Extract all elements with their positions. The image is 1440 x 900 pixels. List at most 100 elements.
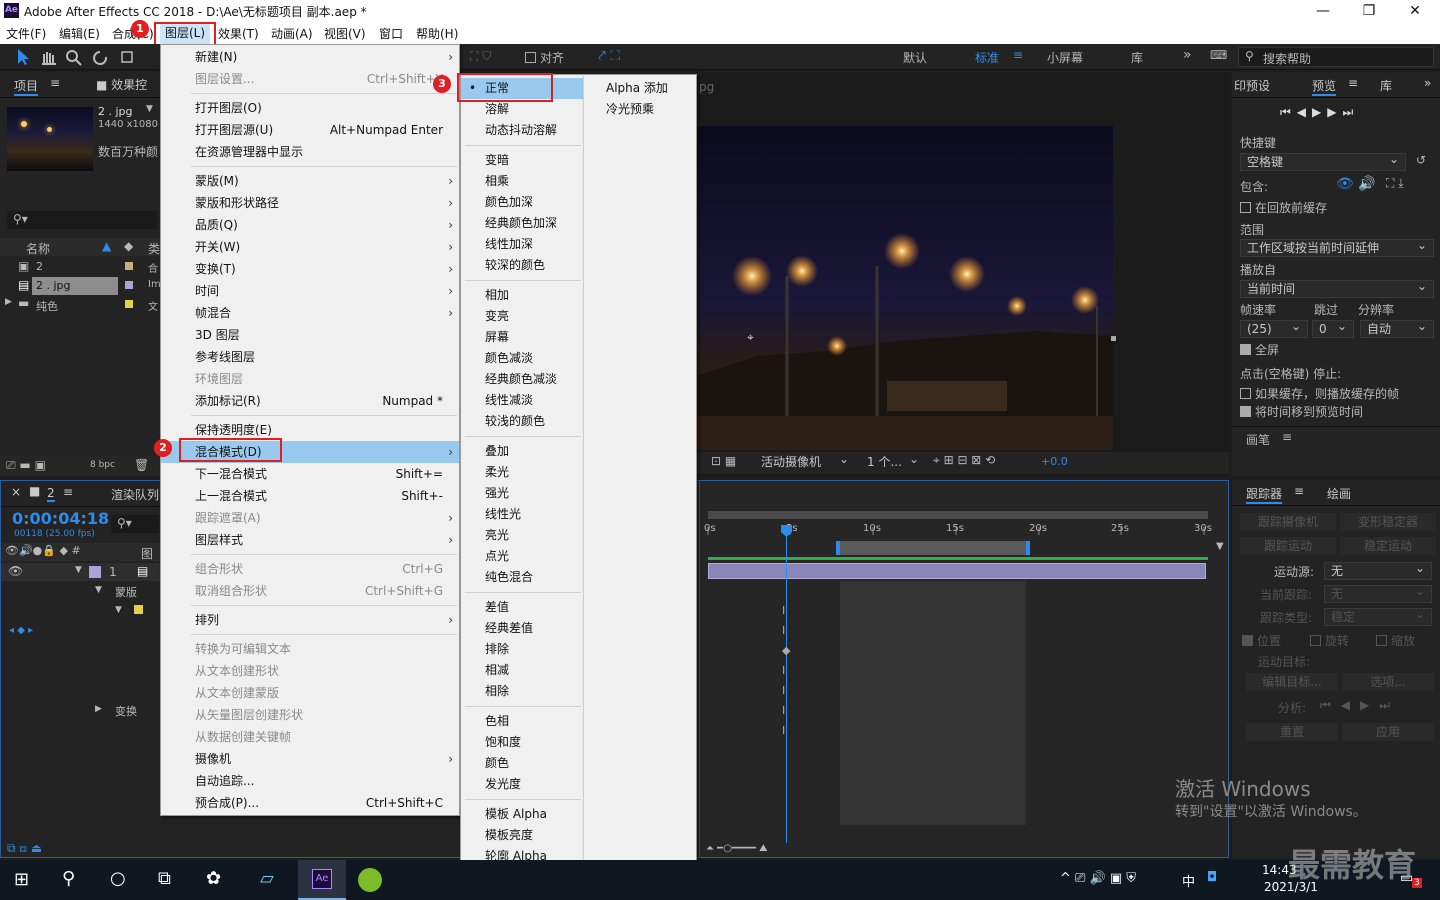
shortcut-dropdown[interactable]: 空格键	[1240, 151, 1406, 171]
notes-app-icon[interactable]: ▱	[260, 868, 274, 889]
project-row[interactable]: ▤ 2 . jpg Im	[0, 277, 161, 295]
position-checkbox[interactable]	[1242, 635, 1253, 646]
workspace-library[interactable]: 库	[1131, 49, 1143, 66]
if-cache-checkbox[interactable]	[1240, 388, 1251, 399]
blend-mode-item[interactable]: 颜色加深	[461, 192, 583, 213]
viewer-region-icons[interactable]: ⊡ ▦	[711, 454, 736, 468]
menu-animation[interactable]: 动画(A)	[271, 25, 313, 42]
layer-row[interactable]: 👁 ▼ 1 ▤	[1, 563, 161, 581]
blend-mode-item[interactable]: 相乘	[461, 171, 583, 192]
blend-mode-item[interactable]: 颜色减淡	[461, 348, 583, 369]
position-option[interactable]: 位置	[1242, 632, 1281, 649]
current-track-dropdown[interactable]: 无	[1324, 583, 1432, 603]
resize-handle-right[interactable]	[1111, 336, 1116, 341]
effects-presets-tab[interactable]: 印预设	[1234, 77, 1270, 94]
blend-mode-item[interactable]: 模板 Alpha	[461, 804, 583, 825]
apply-button[interactable]: 应用	[1342, 723, 1434, 741]
timeline-search[interactable]: ⚲▾	[111, 515, 159, 533]
layer-menu-item[interactable]: 开关(W) ›	[161, 236, 459, 258]
track-camera-button[interactable]: 跟踪摄像机	[1240, 513, 1336, 531]
layer-menu-item[interactable]: 时间 ›	[161, 280, 459, 302]
stabilize-motion-button[interactable]: 稳定运动	[1340, 537, 1436, 555]
blend-mode-item[interactable]: 颜色	[461, 753, 583, 774]
blend-mode-item[interactable]: 经典差值	[461, 618, 583, 639]
fullscreen-checkbox[interactable]	[1240, 344, 1251, 355]
col-name[interactable]: 名称	[26, 240, 50, 257]
panel-menu-icon[interactable]: ≡	[50, 76, 60, 90]
effects-controls-tab[interactable]: ■ 效果控	[96, 76, 147, 93]
keyframe-nav[interactable]: ◂ ◆ ▸	[9, 625, 33, 636]
blend-mode-item[interactable]: 相减	[461, 660, 583, 681]
layer-menu-item[interactable]: 在资源管理器中显示	[161, 141, 459, 163]
project-tab[interactable]: 项目	[14, 77, 39, 96]
blend-mode-item[interactable]: 纯色混合	[461, 567, 583, 588]
layer-menu-item[interactable]: 参考线图层	[161, 346, 459, 368]
blend-mode-item[interactable]: 差值	[461, 597, 583, 618]
layer-menu-item[interactable]: 自动追踪...	[161, 770, 459, 792]
layer-menu-item[interactable]: 摄像机 ›	[161, 748, 459, 770]
menu-effect[interactable]: 效果(T)	[218, 25, 259, 42]
blend-mode-item[interactable]: 相加	[461, 285, 583, 306]
move-time-checkbox[interactable]	[1240, 406, 1251, 417]
search-icon[interactable]: ⚲	[62, 868, 75, 889]
blend-mode-item[interactable]: 饱和度	[461, 732, 583, 753]
layer-menu-item[interactable]: 打开图层(O)	[161, 97, 459, 119]
library-tab[interactable]: 库	[1380, 77, 1392, 94]
edit-target-button[interactable]: 编辑目标...	[1246, 673, 1338, 691]
workspace-default[interactable]: 默认	[903, 49, 927, 66]
green-app-icon[interactable]	[358, 868, 382, 892]
panel-menu-icon[interactable]: ≡	[63, 485, 73, 499]
viewer-tool-icons[interactable]: ⌖ ⊞ ⊟ ⊠ ⟲	[933, 453, 995, 468]
cache-before-checkbox[interactable]	[1240, 202, 1251, 213]
panel-menu-icon[interactable]: ≡	[1348, 76, 1358, 90]
blend-mode-item[interactable]: 动态抖动溶解	[461, 120, 583, 141]
after-effects-taskbar[interactable]: Ae	[298, 860, 346, 900]
footer-icons[interactable]: ⎚ ▬ ▣	[6, 458, 46, 473]
blend-luminescent-premul[interactable]: 冷光预乘	[584, 98, 696, 120]
reset-button[interactable]: 重置	[1246, 723, 1338, 741]
if-cache-option[interactable]: 如果缓存，则播放缓存的帧	[1240, 385, 1399, 402]
item-dropdown-icon[interactable]: ▼	[146, 104, 153, 114]
trash-icon[interactable]: 🗑	[134, 458, 149, 472]
options-button[interactable]: 选项...	[1342, 673, 1434, 691]
blend-mode-item[interactable]: 屏幕	[461, 327, 583, 348]
keyboard-icon[interactable]: ⌨	[1210, 48, 1227, 62]
preview-tab[interactable]: 预览	[1312, 77, 1337, 96]
close-button[interactable]: ✕	[1392, 0, 1438, 22]
tracker-tab[interactable]: 跟踪器	[1246, 485, 1283, 504]
windows-start-icon[interactable]: ⊞	[14, 869, 29, 890]
layer-duration-bar[interactable]	[708, 563, 1206, 579]
playhead-icon[interactable]	[781, 525, 792, 537]
anchor-point-icon[interactable]: ⌖	[747, 330, 754, 345]
keyframe-markers[interactable]: I I ◆ I I I I	[782, 601, 790, 741]
blend-mode-item[interactable]: 线性加深	[461, 234, 583, 255]
layer-menu-item[interactable]: 添加标记(R) Numpad *	[161, 390, 459, 412]
scale-option[interactable]: 缩放	[1376, 632, 1415, 649]
menu-file[interactable]: 文件(F)	[6, 25, 46, 42]
workspace-standard[interactable]: 标准	[975, 49, 999, 66]
blend-mode-item[interactable]: 经典颜色加深	[461, 213, 583, 234]
close-tab-icon[interactable]: ×	[11, 485, 21, 499]
scale-checkbox[interactable]	[1376, 635, 1387, 646]
blend-mode-item[interactable]: 排除	[461, 639, 583, 660]
menu-window[interactable]: 窗口	[379, 25, 403, 42]
workspace-small-screen[interactable]: 小屏幕	[1047, 49, 1083, 66]
help-search-box[interactable]: ⚲ 搜索帮助	[1238, 47, 1434, 67]
workspace-more-button[interactable]: »	[1183, 47, 1192, 63]
blend-alpha-add[interactable]: Alpha 添加	[584, 77, 696, 99]
transform-expand-icon[interactable]: ▶	[95, 704, 102, 714]
cortana-icon[interactable]: ○	[110, 868, 126, 889]
maximize-button[interactable]: ❐	[1346, 0, 1392, 22]
timeline-footer-icons[interactable]: ⧉ ⧈ ⏏	[7, 841, 42, 856]
bpc-label[interactable]: 8 bpc	[90, 460, 115, 470]
skip-dropdown[interactable]: 0	[1312, 318, 1354, 338]
mask-expand-icon[interactable]: ▼	[95, 585, 102, 595]
visibility-icon[interactable]: 👁	[8, 564, 23, 578]
fullscreen-option[interactable]: 全屏	[1240, 341, 1279, 358]
layer-menu-item[interactable]: 蒙版和形状路径 ›	[161, 192, 459, 214]
panel-more-icon[interactable]: »	[1424, 76, 1431, 90]
blend-mode-item[interactable]: 线性光	[461, 504, 583, 525]
brush-tab[interactable]: 画笔	[1246, 431, 1270, 448]
layer-menu-item[interactable]: 图层样式 ›	[161, 529, 459, 551]
layer-menu-item[interactable]: 上一混合模式 Shift+-	[161, 485, 459, 507]
